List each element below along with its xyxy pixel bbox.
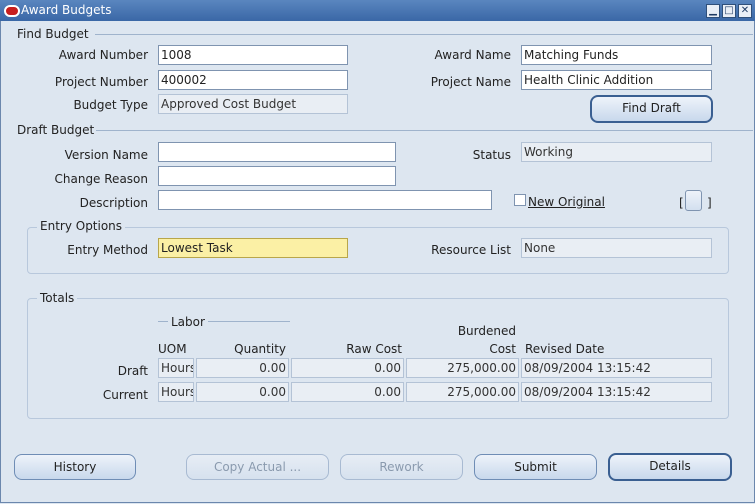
totals-title: Totals <box>37 291 78 305</box>
status-field: Working <box>521 142 712 162</box>
current-burdened-cost-field: 275,000.00 <box>406 382 519 402</box>
description-field[interactable] <box>158 190 492 210</box>
budget-type-label: Budget Type <box>73 98 148 112</box>
find-draft-button[interactable]: Find Draft <box>590 95 713 123</box>
bracket-left: [ <box>679 196 684 210</box>
award-name-label: Award Name <box>434 48 511 62</box>
award-name-field[interactable]: Matching Funds <box>521 45 712 65</box>
new-original-label: New Original <box>528 195 605 209</box>
quantity-column-header: Quantity <box>234 342 286 356</box>
close-icon[interactable]: ✕ <box>738 4 752 18</box>
draft-budget-divider <box>96 130 753 131</box>
entry-method-field[interactable]: Lowest Task <box>158 238 348 258</box>
details-button[interactable]: Details <box>608 453 732 481</box>
bracket-right: ] <box>707 196 712 210</box>
version-name-label: Version Name <box>64 148 148 162</box>
project-number-field[interactable]: 400002 <box>158 70 348 90</box>
history-button[interactable]: History <box>14 454 136 480</box>
current-row-label: Current <box>102 388 148 402</box>
draft-quantity-field: 0.00 <box>196 358 289 378</box>
current-raw-cost-field: 0.00 <box>291 382 404 402</box>
labor-label: Labor <box>168 315 208 329</box>
project-number-label: Project Number <box>54 75 148 89</box>
uom-column-header: UOM <box>158 342 187 356</box>
entry-options-title: Entry Options <box>37 219 126 233</box>
find-budget-section-title: Find Budget <box>17 27 89 41</box>
description-label: Description <box>79 196 148 210</box>
draft-row-label: Draft <box>117 364 148 378</box>
change-reason-field[interactable] <box>158 166 396 186</box>
rework-button[interactable]: Rework <box>340 454 463 480</box>
revised-date-column-header: Revised Date <box>525 342 605 356</box>
maximize-icon[interactable]: □ <box>722 4 736 18</box>
minimize-icon[interactable]: ▁ <box>706 4 720 18</box>
window-title: Award Budgets <box>21 3 112 17</box>
award-number-label: Award Number <box>58 48 148 62</box>
award-number-field[interactable]: 1008 <box>158 45 348 65</box>
budget-type-field: Approved Cost Budget <box>158 94 348 114</box>
current-revised-date-field: 08/09/2004 13:15:42 <box>521 382 712 402</box>
descriptive-flexfield-button[interactable] <box>685 190 702 211</box>
oracle-logo-icon <box>4 5 20 17</box>
new-original-checkbox[interactable] <box>514 194 526 206</box>
copy-actual-button[interactable]: Copy Actual ... <box>186 454 329 480</box>
draft-raw-cost-field: 0.00 <box>291 358 404 378</box>
submit-button[interactable]: Submit <box>474 454 597 480</box>
resource-list-label: Resource List <box>431 243 511 257</box>
version-name-field[interactable] <box>158 142 396 162</box>
raw-cost-column-header: Raw Cost <box>346 342 402 356</box>
find-budget-divider <box>95 34 753 35</box>
entry-method-label: Entry Method <box>67 243 148 257</box>
draft-burdened-cost-field: 275,000.00 <box>406 358 519 378</box>
resource-list-field: None <box>521 238 712 258</box>
project-name-label: Project Name <box>430 75 511 89</box>
status-label: Status <box>472 148 511 162</box>
current-uom-field: Hours <box>158 382 194 402</box>
project-name-field[interactable]: Health Clinic Addition <box>521 70 712 90</box>
window-title-bar: Award Budgets ▁ □ ✕ <box>0 0 755 21</box>
burdened-cost-header-line2: Cost <box>489 342 516 356</box>
draft-budget-section-title: Draft Budget <box>17 123 95 137</box>
change-reason-label: Change Reason <box>54 172 149 186</box>
draft-revised-date-field: 08/09/2004 13:15:42 <box>521 358 712 378</box>
burdened-cost-header-line1: Burdened <box>457 324 516 338</box>
current-quantity-field: 0.00 <box>196 382 289 402</box>
draft-uom-field: Hours <box>158 358 194 378</box>
